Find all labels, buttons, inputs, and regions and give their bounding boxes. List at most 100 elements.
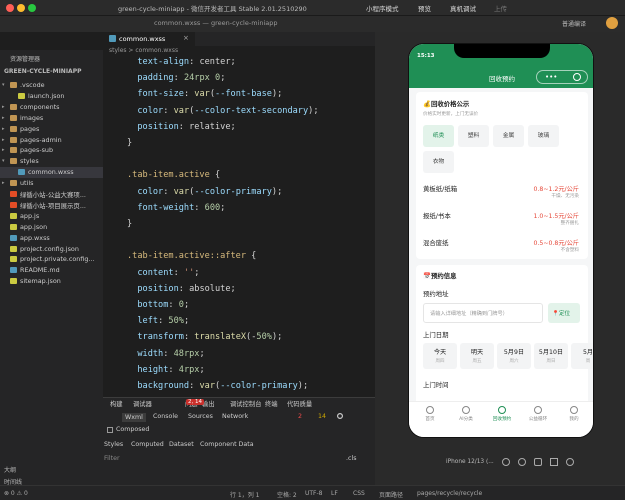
tab-3[interactable]: 公益循环 <box>523 416 553 422</box>
json-icon <box>18 92 25 99</box>
tree-item[interactable]: common.wxss <box>0 167 103 179</box>
category-chip[interactable]: 玻璃 <box>528 125 559 147</box>
date-option[interactable]: 今天 周四 <box>423 343 457 369</box>
devtools-tab[interactable]: 构建 <box>110 399 123 408</box>
ide-window: green-cycle-miniapp - 微信开发者工具 Stable 2.0… <box>0 0 625 500</box>
devtools-subtab[interactable]: Sources <box>188 413 213 420</box>
code-line: .tab-item.active::after { <box>127 251 257 262</box>
address-input[interactable]: 请输入详细地址（精确到门牌号） <box>423 303 543 323</box>
date-option[interactable]: 5月9日 周六 <box>497 343 531 369</box>
tree-item[interactable]: ▸ utils <box>0 178 103 189</box>
date-option[interactable]: 5月10日 周日 <box>534 343 568 369</box>
code-line: font-size: var(--font-base); <box>137 89 283 100</box>
upload-button[interactable]: 上传 <box>494 3 507 13</box>
line-ending[interactable]: LF <box>331 490 338 497</box>
date-option[interactable]: 明天 周五 <box>460 343 494 369</box>
category-chip[interactable]: 衣物 <box>423 151 454 173</box>
code-line: font-weight: 600; <box>137 202 226 213</box>
code-editor[interactable]: text-align: center; padding: 24rpx 0; fo… <box>103 55 375 397</box>
close-icon[interactable]: × <box>183 34 189 42</box>
gear-icon[interactable] <box>336 412 344 420</box>
tree-item-label: pages-admin <box>20 135 62 144</box>
status-errors[interactable]: ⊗ 0 ⚠ 0 <box>4 490 28 497</box>
tree-item[interactable]: ▸ components <box>0 102 103 113</box>
project-root[interactable]: GREEN-CYCLE-MINIAPP <box>4 68 82 75</box>
code-line: text-align: center; <box>137 57 236 67</box>
error-count[interactable]: 2 <box>298 413 302 420</box>
preview-button[interactable]: 预览 <box>418 3 431 13</box>
tree-item[interactable]: ▾ styles <box>0 156 103 167</box>
rotate-icon[interactable] <box>534 458 542 466</box>
tree-item[interactable]: app.js <box>0 211 103 222</box>
tree-item[interactable]: README.md <box>0 265 103 276</box>
filter-input[interactable]: Filter <box>104 455 120 462</box>
tree-item[interactable]: ▸ images <box>0 113 103 124</box>
language-mode[interactable]: CSS <box>353 490 365 497</box>
tree-item[interactable]: ▸ pages-admin <box>0 135 103 146</box>
tab-4[interactable]: 我的 <box>559 416 589 422</box>
category-chip[interactable]: 金属 <box>493 125 524 147</box>
close-capsule-icon[interactable] <box>573 73 581 81</box>
screenshot-icon[interactable] <box>550 458 558 466</box>
devtools-subtab[interactable]: Wxml <box>122 413 146 422</box>
devtools-tab[interactable]: 调试控制台 <box>230 399 261 408</box>
breadcrumb[interactable]: styles > common.wxss <box>109 47 178 54</box>
minimize-window-button[interactable] <box>17 4 25 12</box>
tab-1[interactable]: AI分类 <box>451 416 481 422</box>
maximize-window-button[interactable] <box>28 4 36 12</box>
tree-item[interactable]: project.private.config... <box>0 254 103 265</box>
tree-item[interactable]: sitemap.json <box>0 276 103 287</box>
tab-common-wxss[interactable]: common.wxss × <box>103 32 195 46</box>
file-encoding[interactable]: UTF-8 <box>305 490 323 497</box>
tree-item-label: launch.json <box>28 91 65 100</box>
category-chip[interactable]: 纸类 <box>423 125 454 147</box>
folder-icon <box>10 180 17 187</box>
tab-2[interactable]: 回收预约 <box>487 416 517 422</box>
remote-debug-button[interactable]: 真机调试 <box>450 3 476 13</box>
tree-item[interactable]: project.config.json <box>0 244 103 255</box>
close-window-button[interactable] <box>6 4 14 12</box>
locate-button[interactable]: 📍定位 <box>548 303 580 323</box>
composed-checkbox[interactable] <box>107 427 113 433</box>
outline-section[interactable]: 大纲 <box>4 465 16 474</box>
code-line: } <box>127 219 133 229</box>
devtools-tab[interactable]: 终端 <box>265 399 278 408</box>
folder-icon <box>10 125 17 132</box>
avatar[interactable] <box>606 17 618 29</box>
tree-item[interactable]: 绿循小站-公益大赛项... <box>0 189 103 200</box>
capsule-menu[interactable]: ••• <box>536 70 588 84</box>
refresh-icon[interactable] <box>518 458 526 466</box>
style-tab[interactable]: Dataset <box>169 441 194 448</box>
devtools-tab[interactable]: 代码质量 <box>287 399 312 408</box>
tab-0[interactable]: 首页 <box>415 416 445 422</box>
tree-item[interactable]: ▸ pages <box>0 124 103 135</box>
mode-select[interactable]: 小程序模式 <box>366 3 399 13</box>
devtools-subtab[interactable]: Network <box>222 413 248 420</box>
indent-spaces[interactable]: 空格: 2 <box>277 490 297 499</box>
date-option[interactable]: 5月周 <box>571 343 593 369</box>
settings-icon[interactable] <box>566 458 574 466</box>
cls-toggle[interactable]: .cls <box>346 455 357 462</box>
more-icon[interactable]: ••• <box>545 73 557 81</box>
style-tab[interactable]: Styles <box>104 441 123 448</box>
tree-item[interactable]: 绿循小站-项目展示页... <box>0 200 103 211</box>
tree-item[interactable]: ▸ pages-sub <box>0 145 103 156</box>
status-bar: ⊗ 0 ⚠ 0 行 1，列 1 空格: 2 UTF-8 LF CSS 页面路径 … <box>0 485 625 500</box>
tree-item[interactable]: app.json <box>0 222 103 233</box>
style-tab[interactable]: Computed <box>131 441 164 448</box>
device-select[interactable]: iPhone 12/13 (... <box>446 459 494 465</box>
warning-count[interactable]: 14 <box>318 413 326 420</box>
devtools-tab[interactable]: 调试器 <box>133 399 152 408</box>
compile-mode-select[interactable]: 普通编译 <box>562 19 586 28</box>
page-path[interactable]: pages/recycle/recycle <box>417 490 482 497</box>
record-icon[interactable] <box>502 458 510 466</box>
category-chip[interactable]: 塑料 <box>458 125 489 147</box>
tree-item[interactable]: ▾ .vscode <box>0 80 103 91</box>
json-icon <box>10 278 17 285</box>
tree-item[interactable]: app.wxss <box>0 233 103 244</box>
devtools-subtab[interactable]: Console <box>153 413 178 420</box>
style-tab[interactable]: Component Data <box>200 441 254 448</box>
tree-item[interactable]: launch.json <box>0 91 103 102</box>
code-line: } <box>127 138 133 148</box>
cursor-position[interactable]: 行 1，列 1 <box>230 490 259 499</box>
